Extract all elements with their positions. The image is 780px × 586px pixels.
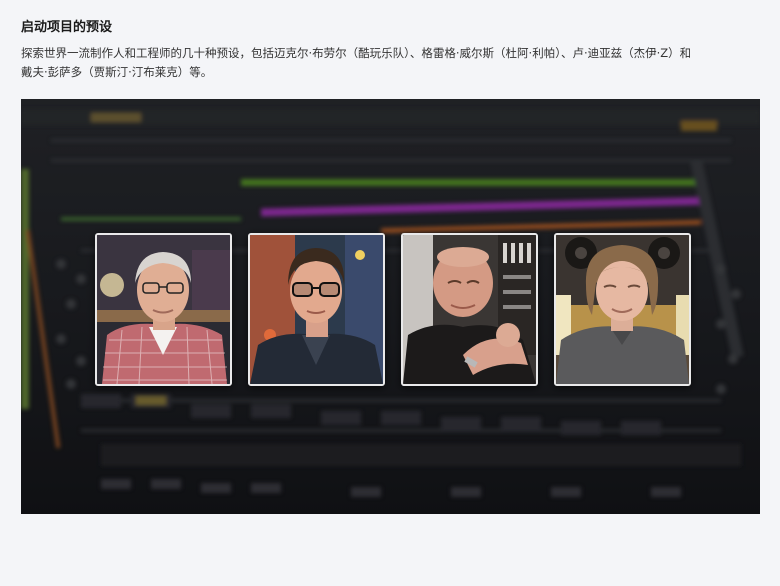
- portrait-producer-3-icon: [403, 235, 536, 384]
- producer-card-4[interactable]: [554, 233, 691, 386]
- section-description: 探索世界一流制作人和工程师的几十种预设，包括迈克尔·布劳尔（酷玩乐队）、格雷格·…: [21, 46, 692, 79]
- portrait-producer-2-icon: [250, 235, 383, 384]
- producer-card-3[interactable]: [401, 233, 538, 386]
- section-title: 启动项目的预设: [21, 20, 113, 35]
- producer-card-1[interactable]: [95, 233, 232, 386]
- producer-card-2[interactable]: [248, 233, 385, 386]
- portrait-producer-4-icon: [556, 235, 689, 384]
- portrait-producer-1-icon: [97, 235, 230, 384]
- hero-image: [21, 99, 760, 514]
